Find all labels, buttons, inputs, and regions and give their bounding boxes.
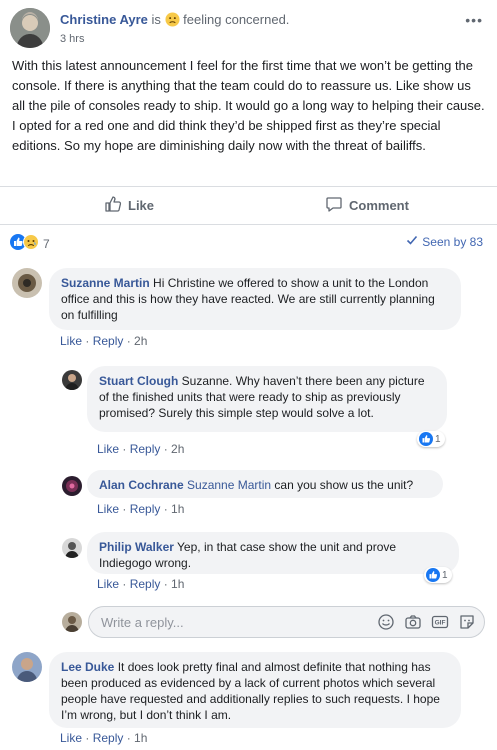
comment-label: Comment: [349, 198, 409, 213]
reply-input[interactable]: Write a reply... GIF: [88, 606, 485, 638]
comment-bubble-icon: [325, 195, 343, 216]
post-actions: Like Comment: [0, 186, 497, 221]
feeling-text: feeling concerned.: [183, 12, 290, 27]
commenter-name[interactable]: Suzanne Martin: [61, 276, 150, 290]
is-word: is: [151, 12, 161, 27]
comment-text: It does look pretty final and almost def…: [61, 660, 440, 722]
author-avatar[interactable]: [10, 8, 50, 48]
reply-actions: Like · Reply · 1h: [97, 577, 185, 591]
comment-bubble: Lee Duke It does look pretty final and a…: [49, 652, 461, 728]
comment-time[interactable]: 1h: [171, 577, 184, 591]
comment-avatar[interactable]: [12, 268, 42, 298]
like-button[interactable]: Like: [104, 195, 154, 216]
author-line: Christine Ayre is feeling concerned.: [60, 12, 289, 30]
comment-reply-link[interactable]: Reply: [130, 502, 161, 516]
commenter-name[interactable]: Philip Walker: [99, 540, 174, 554]
comment-reply-link[interactable]: Reply: [130, 577, 161, 591]
section-divider: [0, 224, 497, 225]
comment-button[interactable]: Comment: [325, 195, 409, 216]
reply-placeholder: Write a reply...: [101, 615, 184, 630]
comment-like-link[interactable]: Like: [60, 731, 82, 745]
reply-bubble: Philip Walker Yep, in that case show the…: [87, 532, 459, 574]
reply-bubble: Stuart Clough Suzanne. Why haven’t there…: [87, 366, 447, 432]
comment-actions: Like · Reply · 1h: [60, 731, 148, 745]
commenter-name[interactable]: Stuart Clough: [99, 374, 178, 388]
seen-by-label: Seen by 83: [422, 234, 483, 249]
reply-actions: Like · Reply · 2h: [97, 442, 185, 456]
comment-like-link[interactable]: Like: [97, 577, 119, 591]
mention-link[interactable]: Suzanne Martin: [187, 478, 271, 492]
thumbs-up-icon: [104, 195, 122, 216]
like-reaction-icon: [426, 568, 440, 582]
comment-actions: Like · Reply · 2h: [60, 334, 148, 348]
concerned-emoji-icon: [165, 12, 180, 30]
reply-actions: Like · Reply · 1h: [97, 502, 185, 516]
sad-reaction-icon: [23, 234, 39, 253]
comment-like-link[interactable]: Like: [60, 334, 82, 348]
comment-reply-link[interactable]: Reply: [93, 334, 124, 348]
gif-icon[interactable]: GIF: [431, 613, 449, 636]
comment-like-link[interactable]: Like: [97, 502, 119, 516]
comment-time[interactable]: 2h: [171, 442, 184, 456]
comment-time[interactable]: 1h: [171, 502, 184, 516]
author-name[interactable]: Christine Ayre: [60, 12, 148, 27]
reaction-badge[interactable]: 1: [417, 431, 445, 447]
comment-reply-link[interactable]: Reply: [130, 442, 161, 456]
comment-text: can you show us the unit?: [274, 478, 414, 492]
reply-avatar[interactable]: [62, 538, 82, 558]
post-header: Christine Ayre is feeling concerned. 3 h…: [10, 8, 487, 48]
commenter-name[interactable]: Lee Duke: [61, 660, 114, 674]
reply-tools: GIF: [377, 613, 476, 636]
reaction-badge-count: 1: [442, 569, 448, 581]
comment-reply-link[interactable]: Reply: [93, 731, 124, 745]
reply-bubble: Alan Cochrane Suzanne Martin can you sho…: [87, 470, 443, 498]
sticker-icon[interactable]: [458, 613, 476, 636]
reply-avatar[interactable]: [62, 476, 82, 496]
emoji-icon[interactable]: [377, 613, 395, 636]
comment-time[interactable]: 1h: [134, 731, 147, 745]
reaction-badge[interactable]: 1: [424, 567, 452, 583]
commenter-name[interactable]: Alan Cochrane: [99, 478, 184, 492]
post-time[interactable]: 3 hrs: [60, 33, 84, 45]
reaction-count: 7: [43, 236, 50, 251]
comment-time[interactable]: 2h: [134, 334, 147, 348]
reaction-badge-count: 1: [435, 433, 441, 445]
checkmark-icon: [406, 234, 418, 249]
camera-icon[interactable]: [404, 613, 422, 636]
post-text: With this latest announcement I feel for…: [12, 58, 485, 153]
reply-avatar[interactable]: [62, 370, 82, 390]
comment-like-link[interactable]: Like: [97, 442, 119, 456]
like-label: Like: [128, 198, 155, 213]
comment-bubble: Suzanne Martin Hi Christine we offered t…: [49, 268, 461, 330]
svg-text:GIF: GIF: [435, 620, 446, 627]
comment-avatar[interactable]: [12, 652, 42, 682]
seen-by[interactable]: Seen by 83: [406, 234, 483, 249]
reactions-summary[interactable]: 7: [10, 234, 50, 253]
like-reaction-icon: [419, 432, 433, 446]
current-user-avatar: [62, 612, 82, 632]
more-options-icon[interactable]: •••: [465, 12, 483, 28]
